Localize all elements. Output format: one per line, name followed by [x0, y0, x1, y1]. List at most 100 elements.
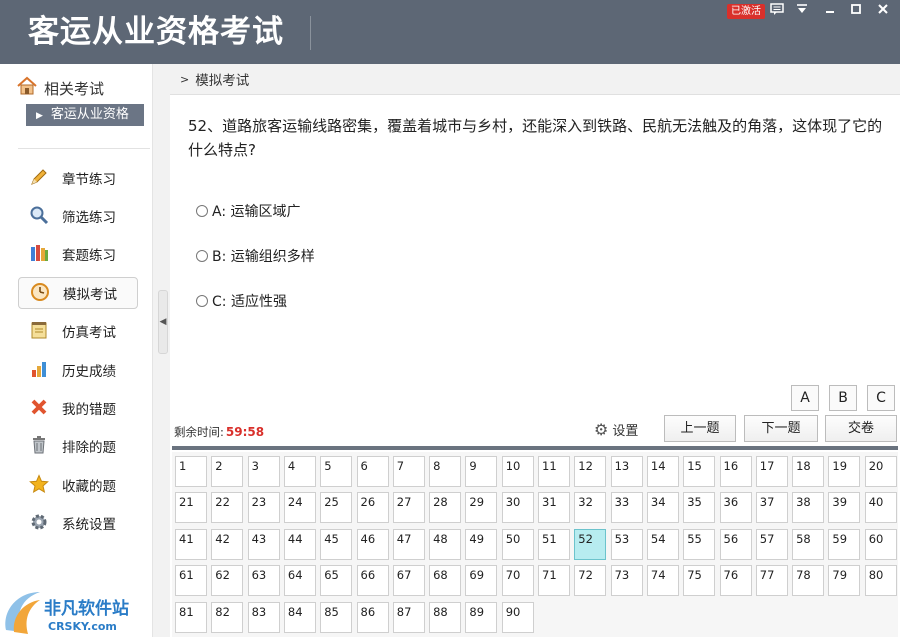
question-cell[interactable]: 39 — [828, 492, 861, 524]
question-cell[interactable]: 59 — [828, 528, 861, 560]
question-cell[interactable]: 27 — [392, 492, 425, 524]
question-cell[interactable]: 72 — [574, 565, 607, 597]
question-cell[interactable]: 26 — [356, 492, 389, 524]
question-cell[interactable]: 49 — [465, 528, 498, 560]
question-cell[interactable]: 65 — [320, 565, 353, 597]
question-cell[interactable]: 83 — [247, 601, 280, 633]
question-cell[interactable]: 61 — [175, 565, 207, 597]
question-cell[interactable]: 7 — [392, 456, 425, 487]
settings-button[interactable]: ⚙ 设置 — [594, 420, 638, 439]
option-c[interactable]: C: 适应性强 — [196, 291, 287, 311]
question-cell[interactable]: 81 — [175, 601, 207, 633]
sidebar-item-set-practice[interactable]: 套题练习 — [18, 238, 138, 270]
question-cell[interactable]: 54 — [646, 528, 679, 560]
question-cell[interactable]: 62 — [211, 565, 244, 597]
question-cell[interactable]: 10 — [501, 456, 534, 487]
question-cell[interactable]: 69 — [465, 565, 498, 597]
question-cell[interactable]: 18 — [792, 456, 825, 487]
question-cell[interactable]: 12 — [574, 456, 607, 487]
sidebar-item-filter-practice[interactable]: 筛选练习 — [18, 200, 138, 232]
question-cell[interactable]: 52 — [574, 528, 607, 560]
question-cell[interactable]: 63 — [247, 565, 280, 597]
question-cell[interactable]: 80 — [864, 565, 897, 597]
question-cell[interactable]: 13 — [610, 456, 643, 487]
question-cell[interactable]: 64 — [283, 565, 316, 597]
answer-c-button[interactable]: C — [867, 385, 895, 411]
question-cell[interactable]: 87 — [392, 601, 425, 633]
collapse-sidebar-button[interactable]: ◀ — [158, 290, 168, 354]
question-cell[interactable]: 60 — [864, 528, 897, 560]
question-cell[interactable]: 3 — [247, 456, 280, 487]
question-cell[interactable]: 20 — [864, 456, 897, 487]
question-cell[interactable]: 8 — [429, 456, 462, 487]
radio-b[interactable] — [196, 250, 208, 262]
question-cell[interactable]: 75 — [683, 565, 716, 597]
message-icon[interactable] — [766, 2, 788, 20]
question-cell[interactable]: 86 — [356, 601, 389, 633]
option-a[interactable]: A: 运输区域广 — [196, 201, 301, 221]
question-cell[interactable]: 85 — [320, 601, 353, 633]
close-icon[interactable] — [872, 2, 894, 20]
sidebar-item-favorites[interactable]: 收藏的题 — [18, 469, 138, 501]
question-cell[interactable]: 40 — [864, 492, 897, 524]
question-cell[interactable]: 90 — [501, 601, 534, 633]
question-cell[interactable]: 25 — [320, 492, 353, 524]
question-cell[interactable]: 47 — [392, 528, 425, 560]
question-cell[interactable]: 30 — [501, 492, 534, 524]
question-cell[interactable]: 51 — [538, 528, 570, 560]
question-cell[interactable]: 73 — [610, 565, 643, 597]
sidebar-item-mock-exam[interactable]: 模拟考试 — [18, 277, 138, 309]
question-cell[interactable]: 11 — [538, 456, 570, 487]
question-cell[interactable]: 23 — [247, 492, 280, 524]
question-cell[interactable]: 70 — [501, 565, 534, 597]
question-cell[interactable]: 33 — [610, 492, 643, 524]
question-cell[interactable]: 74 — [646, 565, 679, 597]
question-cell[interactable]: 71 — [538, 565, 570, 597]
question-cell[interactable]: 53 — [610, 528, 643, 560]
question-cell[interactable]: 32 — [574, 492, 607, 524]
sidebar-item-wrong-questions[interactable]: 我的错题 — [18, 392, 138, 424]
sidebar-item-history-scores[interactable]: 历史成绩 — [18, 354, 138, 386]
question-cell[interactable]: 77 — [755, 565, 788, 597]
question-cell[interactable]: 82 — [211, 601, 244, 633]
question-cell[interactable]: 44 — [283, 528, 316, 560]
question-cell[interactable]: 22 — [211, 492, 244, 524]
answer-a-button[interactable]: A — [791, 385, 819, 411]
sidebar-item-excluded-questions[interactable]: 排除的题 — [18, 430, 138, 462]
question-cell[interactable]: 50 — [501, 528, 534, 560]
sidebar-item-simulation-exam[interactable]: 仿真考试 — [18, 315, 138, 347]
related-exam-item[interactable]: ▶ 客运从业资格 — [26, 104, 144, 126]
question-cell[interactable]: 34 — [646, 492, 679, 524]
question-cell[interactable]: 28 — [429, 492, 462, 524]
question-cell[interactable]: 15 — [683, 456, 716, 487]
question-cell[interactable]: 31 — [538, 492, 570, 524]
question-cell[interactable]: 38 — [792, 492, 825, 524]
question-cell[interactable]: 67 — [392, 565, 425, 597]
prev-question-button[interactable]: 上一题 — [664, 415, 736, 442]
radio-c[interactable] — [196, 295, 208, 307]
radio-a[interactable] — [196, 205, 208, 217]
question-cell[interactable]: 66 — [356, 565, 389, 597]
question-cell[interactable]: 43 — [247, 528, 280, 560]
question-cell[interactable]: 48 — [429, 528, 462, 560]
question-cell[interactable]: 6 — [356, 456, 389, 487]
question-cell[interactable]: 41 — [175, 528, 207, 560]
question-cell[interactable]: 88 — [429, 601, 462, 633]
question-cell[interactable]: 42 — [211, 528, 244, 560]
next-question-button[interactable]: 下一题 — [744, 415, 818, 442]
question-cell[interactable]: 79 — [828, 565, 861, 597]
question-cell[interactable]: 21 — [175, 492, 207, 524]
question-cell[interactable]: 4 — [283, 456, 316, 487]
question-cell[interactable]: 35 — [683, 492, 716, 524]
sidebar-item-system-settings[interactable]: 系统设置 — [18, 507, 138, 539]
submit-exam-button[interactable]: 交卷 — [825, 415, 897, 442]
question-cell[interactable]: 14 — [646, 456, 679, 487]
question-cell[interactable]: 2 — [211, 456, 244, 487]
question-cell[interactable]: 56 — [719, 528, 752, 560]
question-cell[interactable]: 24 — [283, 492, 316, 524]
question-cell[interactable]: 37 — [755, 492, 788, 524]
question-cell[interactable]: 36 — [719, 492, 752, 524]
menu-icon[interactable] — [791, 2, 813, 20]
question-cell[interactable]: 76 — [719, 565, 752, 597]
maximize-icon[interactable] — [845, 2, 867, 20]
